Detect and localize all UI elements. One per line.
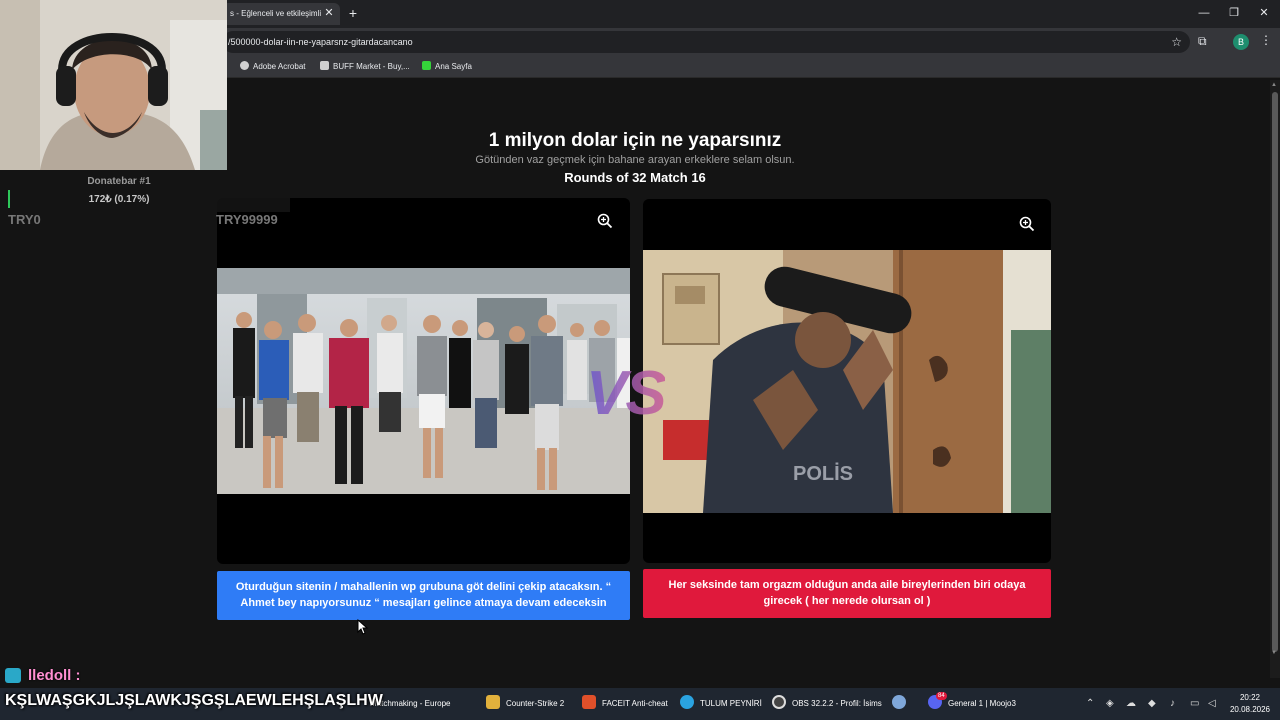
buff-icon	[320, 61, 329, 70]
bookmark-adobe-acrobat[interactable]: Adobe Acrobat	[240, 56, 305, 78]
tray-chevron-icon[interactable]: ⌃	[1086, 688, 1094, 720]
kick-badge-icon	[5, 668, 21, 683]
zoom-in-icon[interactable]	[597, 213, 613, 229]
versus-label: VS	[586, 359, 667, 428]
donate-bar-amount: 172₺ (0.17%)	[88, 194, 150, 205]
obs-icon	[772, 695, 786, 709]
app-icon	[892, 695, 906, 709]
choice-image-right: POLİS	[643, 250, 1051, 513]
tray-app-icon[interactable]: ◆	[1148, 688, 1156, 720]
taskbar-label: Counter-Strike 2	[506, 699, 565, 708]
mouse-cursor-icon	[357, 619, 369, 635]
bookmark-ana-sayfa[interactable]: Ana Sayfa	[422, 56, 472, 78]
scroll-up-icon[interactable]: ▲	[1271, 82, 1277, 88]
svg-text:POLİS: POLİS	[793, 462, 853, 485]
kick-icon	[422, 61, 431, 70]
taskbar-clock[interactable]: 20:22 20.08.2026	[1226, 692, 1274, 716]
profile-avatar[interactable]: B	[1233, 34, 1249, 50]
minimize-icon[interactable]: —	[1194, 4, 1214, 22]
bookmark-label: BUFF Market - Buy,...	[333, 62, 410, 71]
counter-strike-icon	[486, 695, 500, 709]
tray-volume-icon[interactable]: ◁	[1208, 688, 1216, 720]
scroll-thumb[interactable]	[1272, 92, 1278, 652]
taskbar-item-app[interactable]	[892, 688, 912, 720]
taskbar-label: FACEIT Anti-cheat	[602, 699, 668, 708]
taskbar-item-obs[interactable]: OBS 32.2.2 - Profil: İsims	[772, 688, 882, 720]
tray-mic-icon[interactable]: ♪	[1170, 688, 1175, 720]
telegram-icon	[680, 695, 694, 709]
restore-icon[interactable]: ❐	[1224, 4, 1244, 22]
clock-time: 20:22	[1239, 693, 1261, 702]
taskbar-label: General 1 | Moojo3	[948, 699, 1016, 708]
chat-username: lledoll :	[28, 667, 81, 684]
choice-card-right[interactable]: POLİS	[643, 199, 1051, 563]
address-bar[interactable]: /500000-dolar-iin-ne-yaparsnz-gitardacan…	[222, 31, 1190, 53]
clock-date: 20.08.2026	[1229, 705, 1271, 714]
taskbar-item-counter-strike[interactable]: Counter-Strike 2	[486, 688, 564, 720]
choice-image-left	[217, 268, 630, 494]
zoom-in-icon[interactable]	[1019, 216, 1035, 232]
globe-icon	[240, 61, 249, 70]
choice-button-right[interactable]: Her seksinde tam orgazm olduğun anda ail…	[643, 569, 1051, 618]
tab-close-icon[interactable]: ✕	[322, 5, 336, 21]
chat-message: KŞLWAŞGKJLJŞLAWKJŞGŞLAEWLEHŞLAŞLHW	[5, 692, 383, 709]
discord-badge: 84	[936, 692, 947, 700]
scroll-down-icon[interactable]: ▼	[1271, 650, 1277, 656]
page-scrollbar[interactable]	[1270, 80, 1280, 678]
choice-button-left[interactable]: Oturduğun sitenin / mahallenin wp grubun…	[217, 571, 630, 620]
tray-network-icon[interactable]: ▭	[1190, 688, 1199, 720]
taskbar-label: OBS 32.2.2 - Profil: İsims	[792, 699, 882, 708]
url-text: /500000-dolar-iin-ne-yaparsnz-gitardacan…	[228, 37, 413, 47]
tray-cloud-icon[interactable]: ☁	[1126, 688, 1136, 720]
donate-max-label: TRY99999	[216, 212, 278, 227]
extensions-icon[interactable]: ⧉	[1198, 34, 1207, 49]
donate-min-label: TRY0	[8, 212, 41, 227]
bookmark-star-icon[interactable]: ☆	[1171, 31, 1182, 53]
taskbar-label: TULUM PEYNİRİ	[700, 699, 762, 708]
taskbar-item-telegram[interactable]: TULUM PEYNİRİ	[680, 688, 762, 720]
tab-title: s - Eğlenceli ve etkileşimli	[230, 9, 322, 18]
tray-steam-icon[interactable]: ◈	[1106, 688, 1114, 720]
bookmark-label: Adobe Acrobat	[253, 62, 306, 71]
close-window-icon[interactable]: ✕	[1254, 4, 1274, 22]
donate-bar: Donatebar #1 172₺ (0.17%)	[8, 172, 290, 212]
donate-bar-title: Donatebar #1	[87, 176, 151, 187]
faceit-icon	[582, 695, 596, 709]
bookmark-label: Ana Sayfa	[435, 62, 472, 71]
new-tab-icon[interactable]: +	[346, 5, 360, 21]
taskbar-item-faceit[interactable]: FACEIT Anti-cheat	[582, 688, 668, 720]
browser-menu-icon[interactable]: ⋮	[1260, 33, 1272, 47]
bookmark-buff-market[interactable]: BUFF Market - Buy,...	[320, 56, 410, 78]
choice-card-left[interactable]	[217, 198, 630, 564]
webcam-overlay	[0, 0, 227, 170]
